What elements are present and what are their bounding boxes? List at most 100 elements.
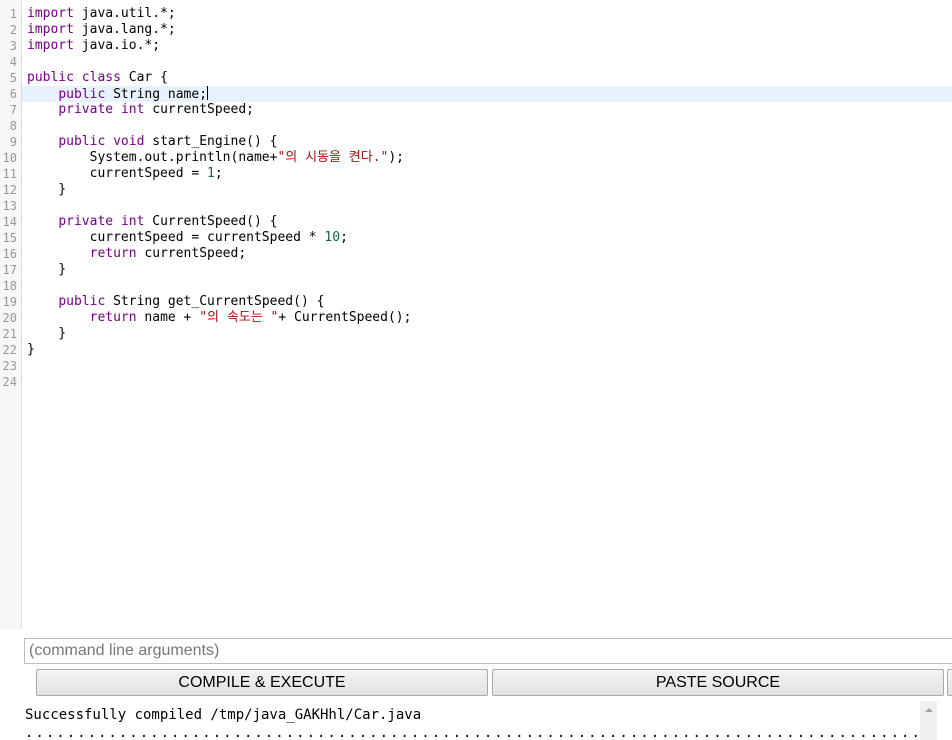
text-cursor <box>207 86 209 100</box>
line-number: 20 <box>2 311 17 325</box>
code-token: CurrentSpeed() { <box>144 214 278 229</box>
output-progress-dots: ........................................… <box>25 725 920 740</box>
line-number: 23 <box>2 359 17 373</box>
code-token: } <box>27 326 67 341</box>
line-number: 15 <box>2 231 17 245</box>
code-token: int <box>120 102 145 117</box>
code-token: class <box>81 70 121 85</box>
line-number: 9 <box>9 135 17 149</box>
line-number: 13 <box>2 199 17 213</box>
code-line[interactable]: } <box>22 326 952 342</box>
line-number: 22 <box>2 343 17 357</box>
code-line[interactable]: public String name; <box>22 86 952 102</box>
code-line[interactable]: } <box>22 262 952 278</box>
code-token: "의 시동을 켠다." <box>277 150 389 165</box>
code-token: public <box>27 70 74 85</box>
line-number: 14 <box>2 215 17 229</box>
code-line[interactable] <box>22 278 952 294</box>
code-token: currentSpeed = <box>27 166 208 181</box>
code-line[interactable] <box>22 374 952 390</box>
line-number-gutter: 1 2 3 4 5 6 7 8 9 10 11 12 13 14 15 16 17 18 19 20 21 22 23 24 <box>0 0 22 629</box>
code-token: public <box>58 134 106 149</box>
code-token: + CurrentSpeed(); <box>278 310 412 325</box>
code-token: java.io.*; <box>73 38 161 53</box>
code-line[interactable]: } <box>22 342 952 358</box>
code-token: import <box>27 6 74 21</box>
compile-execute-button[interactable]: COMPILE & EXECUTE <box>36 669 488 696</box>
line-number: 6 <box>9 87 17 101</box>
code-token: ); <box>388 150 405 165</box>
code-line[interactable]: private int CurrentSpeed() { <box>22 214 952 230</box>
code-token: } <box>27 182 67 197</box>
command-line-arguments-input[interactable] <box>24 638 952 664</box>
code-line[interactable] <box>22 198 952 214</box>
code-line[interactable]: return currentSpeed; <box>22 246 952 262</box>
code-line[interactable] <box>22 118 952 134</box>
code-token: import <box>27 38 74 53</box>
extra-button[interactable] <box>947 669 952 696</box>
code-area[interactable]: import java.util.*; import java.lang.*; im… <box>22 6 952 390</box>
code-token: 1 <box>207 166 215 181</box>
code-line[interactable]: public void start_Engine() { <box>22 134 952 150</box>
line-number: 8 <box>9 119 17 133</box>
line-number: 16 <box>2 247 17 261</box>
code-token: import <box>27 22 74 37</box>
code-line[interactable]: import java.lang.*; <box>22 22 952 38</box>
code-line[interactable]: currentSpeed = currentSpeed * 10; <box>22 230 952 246</box>
code-token: currentSpeed; <box>144 102 254 117</box>
code-line[interactable]: System.out.println(name+"의 시동을 켠다."); <box>22 150 952 166</box>
code-line[interactable]: } <box>22 182 952 198</box>
code-line[interactable]: public String get_CurrentSpeed() { <box>22 294 952 310</box>
line-number: 11 <box>2 167 17 181</box>
line-number: 18 <box>2 279 17 293</box>
output-line: Successfully compiled /tmp/java_GAKHhl/C… <box>25 707 422 723</box>
code-token: ; <box>214 166 223 181</box>
code-token: private <box>58 102 114 117</box>
line-number: 19 <box>2 295 17 309</box>
code-editor[interactable]: 1 2 3 4 5 6 7 8 9 10 11 12 13 14 15 16 17 18 19 20 21 22 23 24 … <box>0 0 952 629</box>
code-line[interactable]: private int currentSpeed; <box>22 102 952 118</box>
code-token: String name; <box>105 87 208 102</box>
line-number: 4 <box>9 55 17 69</box>
code-line[interactable]: public class Car { <box>22 70 952 86</box>
code-token: public <box>58 294 106 309</box>
line-number: 5 <box>9 71 17 85</box>
code-line[interactable]: currentSpeed = 1; <box>22 166 952 182</box>
code-token: } <box>27 342 35 357</box>
code-token: String get_CurrentSpeed() { <box>105 294 325 309</box>
code-line[interactable] <box>22 358 952 374</box>
output-scrollbar[interactable] <box>920 701 937 740</box>
code-token: 10 <box>324 230 341 245</box>
line-number: 17 <box>2 263 17 277</box>
line-number: 1 <box>9 7 17 21</box>
code-line[interactable] <box>22 54 952 70</box>
code-line[interactable]: return name + "의 속도는 "+ CurrentSpeed(); <box>22 310 952 326</box>
code-token: name + <box>136 310 200 325</box>
code-token: start_Engine() { <box>144 134 278 149</box>
code-token: } <box>27 262 67 277</box>
code-token: System.out.println(name+ <box>27 150 278 165</box>
line-number: 2 <box>9 23 17 37</box>
line-number: 3 <box>9 39 17 53</box>
paste-source-button[interactable]: PASTE SOURCE <box>492 669 944 696</box>
code-token: int <box>120 214 145 229</box>
code-token: ; <box>340 230 348 245</box>
code-line[interactable]: import java.util.*; <box>22 6 952 22</box>
line-number: 7 <box>9 103 17 117</box>
code-token: return <box>89 310 137 325</box>
code-line[interactable]: import java.io.*; <box>22 38 952 54</box>
code-token: java.util.*; <box>73 6 176 21</box>
code-token: "의 속도는 " <box>199 310 279 325</box>
code-token: java.lang.*; <box>73 22 176 37</box>
scroll-up-arrow-icon[interactable] <box>920 701 937 718</box>
